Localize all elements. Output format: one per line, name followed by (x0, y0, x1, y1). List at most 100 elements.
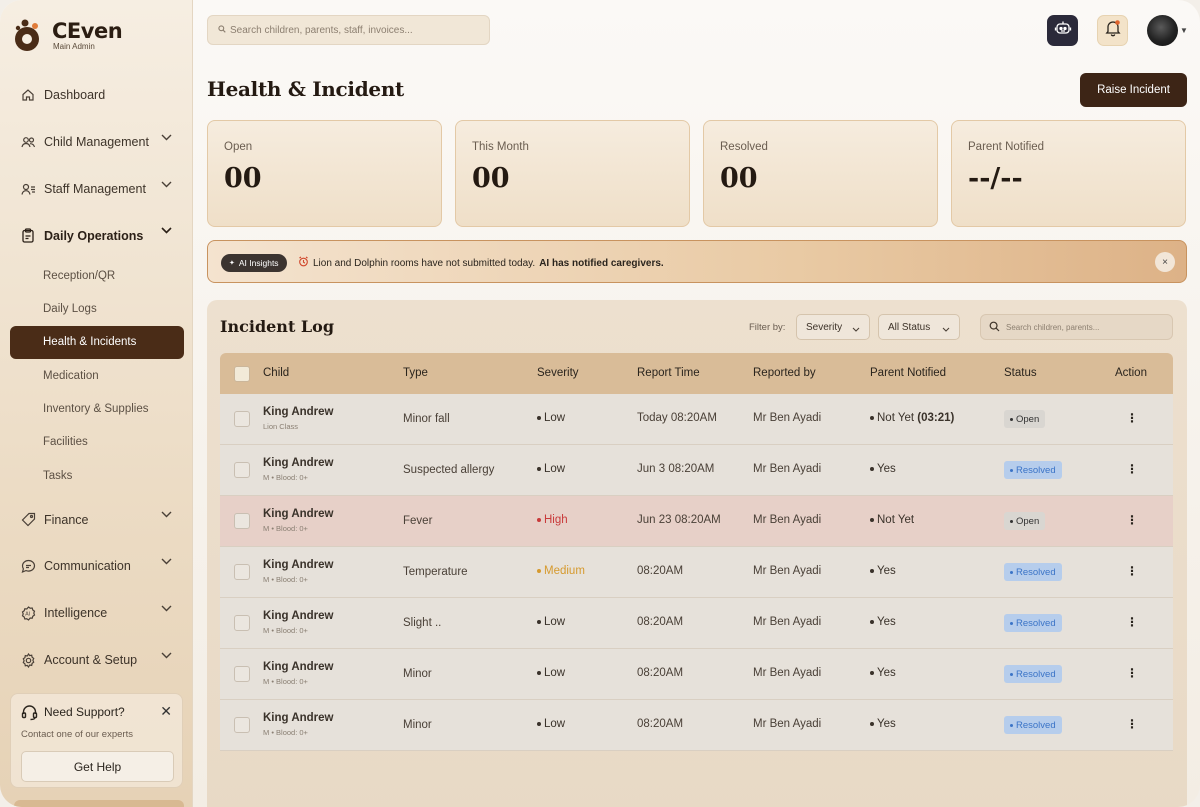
parent-notified-value: Yes (870, 565, 896, 577)
child-name[interactable]: King Andrew (263, 457, 334, 469)
row-checkbox[interactable] (234, 615, 250, 631)
sidebar-item-account-setup[interactable]: Account & Setup (10, 637, 184, 684)
status-dot-icon (1010, 468, 1013, 472)
close-icon[interactable]: × (1155, 252, 1175, 272)
row-checkbox[interactable] (234, 666, 250, 682)
global-search-input[interactable]: Search children, parents, staff, invoice… (207, 15, 490, 45)
row-checkbox[interactable] (234, 564, 250, 580)
table-row[interactable]: King Andrew M • Blood: 0+ Slight .. Low … (220, 598, 1173, 649)
insight-bold-text: AI has notified caregivers. (539, 257, 664, 269)
sidebar-item-dashboard[interactable]: Dashboard (10, 72, 184, 119)
column-header-child[interactable]: Child (263, 367, 289, 379)
sidebar-subitem-facilities[interactable]: Facilities (10, 426, 184, 459)
sparkle-icon: ✦ (229, 260, 235, 267)
raise-incident-button[interactable]: Raise Incident (1080, 73, 1187, 107)
column-header-severity[interactable]: Severity (537, 367, 579, 379)
sidebar-subitem-tasks[interactable]: Tasks (10, 459, 184, 492)
more-actions-icon[interactable]: ⋮ (1126, 717, 1138, 731)
more-actions-icon[interactable]: ⋮ (1126, 462, 1138, 476)
notified-dot-icon (870, 670, 874, 675)
child-name[interactable]: King Andrew (263, 406, 334, 418)
row-checkbox[interactable] (234, 717, 250, 733)
get-help-button[interactable]: Get Help (21, 751, 174, 782)
status-badge: Open (1004, 410, 1046, 428)
bell-icon (1104, 19, 1122, 42)
sidebar-subitem-daily-logs[interactable]: Daily Logs (10, 292, 184, 325)
sidebar-item-label: Child Management (44, 135, 149, 150)
sidebar-subitem-reception-qr[interactable]: Reception/QR (10, 259, 184, 292)
chevron-down-icon[interactable]: ▼ (1180, 26, 1188, 35)
column-header-parent-notified[interactable]: Parent Notified (870, 367, 946, 379)
child-name[interactable]: King Andrew (263, 712, 334, 724)
sidebar-subitem-medication[interactable]: Medication (10, 359, 184, 392)
reported-by: Mr Ben Ayadi (753, 667, 822, 679)
severity-dot-icon (537, 670, 541, 675)
sidebar-subitem-health-incidents[interactable]: Health & Incidents (10, 325, 184, 360)
child-name[interactable]: King Andrew (263, 610, 334, 622)
more-actions-icon[interactable]: ⋮ (1126, 615, 1138, 629)
notifications-button[interactable] (1097, 15, 1128, 46)
clipboard-icon (20, 228, 36, 244)
table-row[interactable]: King Andrew M • Blood: 0+ Temperature Me… (220, 547, 1173, 598)
report-time: 08:20AM (637, 718, 684, 730)
avatar[interactable] (1147, 15, 1178, 46)
status-dot-icon (1010, 519, 1013, 523)
severity-filter-value: Severity (806, 321, 843, 333)
notified-dot-icon (870, 721, 874, 726)
headset-icon (21, 704, 38, 726)
child-meta: Lion Class (263, 422, 299, 431)
column-header-reported-by[interactable]: Reported by (753, 367, 816, 379)
incident-search-input[interactable]: Search children, parents... (980, 314, 1173, 340)
sidebar-item-staff-management[interactable]: Staff Management (10, 166, 184, 213)
report-time: Jun 23 08:20AM (637, 514, 721, 526)
status-dot-icon (1010, 672, 1013, 676)
more-actions-icon[interactable]: ⋮ (1126, 564, 1138, 578)
stat-card-parent-notified: Parent Notified --/-- (951, 120, 1186, 227)
table-row[interactable]: King Andrew M • Blood: 0+ Minor Low 08:2… (220, 649, 1173, 700)
column-header-type[interactable]: Type (403, 367, 428, 379)
sidebar-item-communication[interactable]: Communication (10, 543, 184, 590)
notified-dot-icon (870, 517, 874, 522)
child-name[interactable]: King Andrew (263, 661, 334, 673)
brand-role: Main Admin (53, 41, 95, 51)
incident-type: Suspected allergy (403, 464, 495, 476)
row-checkbox[interactable] (234, 411, 250, 427)
severity-dot-icon (537, 619, 541, 624)
sidebar-item-finance[interactable]: Finance (10, 496, 184, 543)
report-time: 08:20AM (637, 565, 684, 577)
row-checkbox[interactable] (234, 462, 250, 478)
ai-assistant-button[interactable] (1047, 15, 1078, 46)
incident-type: Minor (403, 668, 432, 680)
home-icon (20, 87, 36, 103)
column-header-status[interactable]: Status (1004, 367, 1037, 379)
more-actions-icon[interactable]: ⋮ (1126, 513, 1138, 527)
status-filter-select[interactable]: All Status (878, 314, 960, 340)
sidebar-subitem-inventory-supplies[interactable]: Inventory & Supplies (10, 392, 184, 425)
more-actions-icon[interactable]: ⋮ (1126, 666, 1138, 680)
status-dot-icon (1010, 570, 1013, 574)
parent-notified-value: Yes (870, 616, 896, 628)
table-row[interactable]: King Andrew Lion Class Minor fall Low To… (220, 394, 1173, 445)
table-row[interactable]: King Andrew M • Blood: 0+ Suspected alle… (220, 445, 1173, 496)
select-all-checkbox[interactable] (234, 366, 250, 382)
severity-filter-select[interactable]: Severity (796, 314, 870, 340)
column-header-report-time[interactable]: Report Time (637, 367, 700, 379)
sidebar-item-intelligence[interactable]: AI Intelligence (10, 590, 184, 637)
sidebar-nav: Dashboard Child Management Staff Managem… (10, 72, 184, 683)
child-name[interactable]: King Andrew (263, 508, 334, 520)
close-icon[interactable]: ✕ (160, 703, 172, 720)
row-checkbox[interactable] (234, 513, 250, 529)
sidebar-item-daily-operations[interactable]: Daily Operations (10, 212, 184, 259)
more-actions-icon[interactable]: ⋮ (1126, 411, 1138, 425)
brand[interactable]: CEven Main Admin (14, 18, 123, 52)
status-dot-icon (1010, 723, 1013, 727)
ai-insights-chip: ✦ AI Insights (221, 254, 287, 272)
sidebar-item-child-management[interactable]: Child Management (10, 119, 184, 166)
sidebar: CEven Main Admin Dashboard Child Managem… (0, 0, 193, 807)
table-row[interactable]: King Andrew M • Blood: 0+ Minor Low 08:2… (220, 700, 1173, 751)
child-name[interactable]: King Andrew (263, 559, 334, 571)
incident-type: Minor (403, 719, 432, 731)
report-time: Today 08:20AM (637, 412, 717, 424)
table-row[interactable]: King Andrew M • Blood: 0+ Fever High Jun… (220, 496, 1173, 547)
filter-label: Filter by: (749, 322, 786, 333)
